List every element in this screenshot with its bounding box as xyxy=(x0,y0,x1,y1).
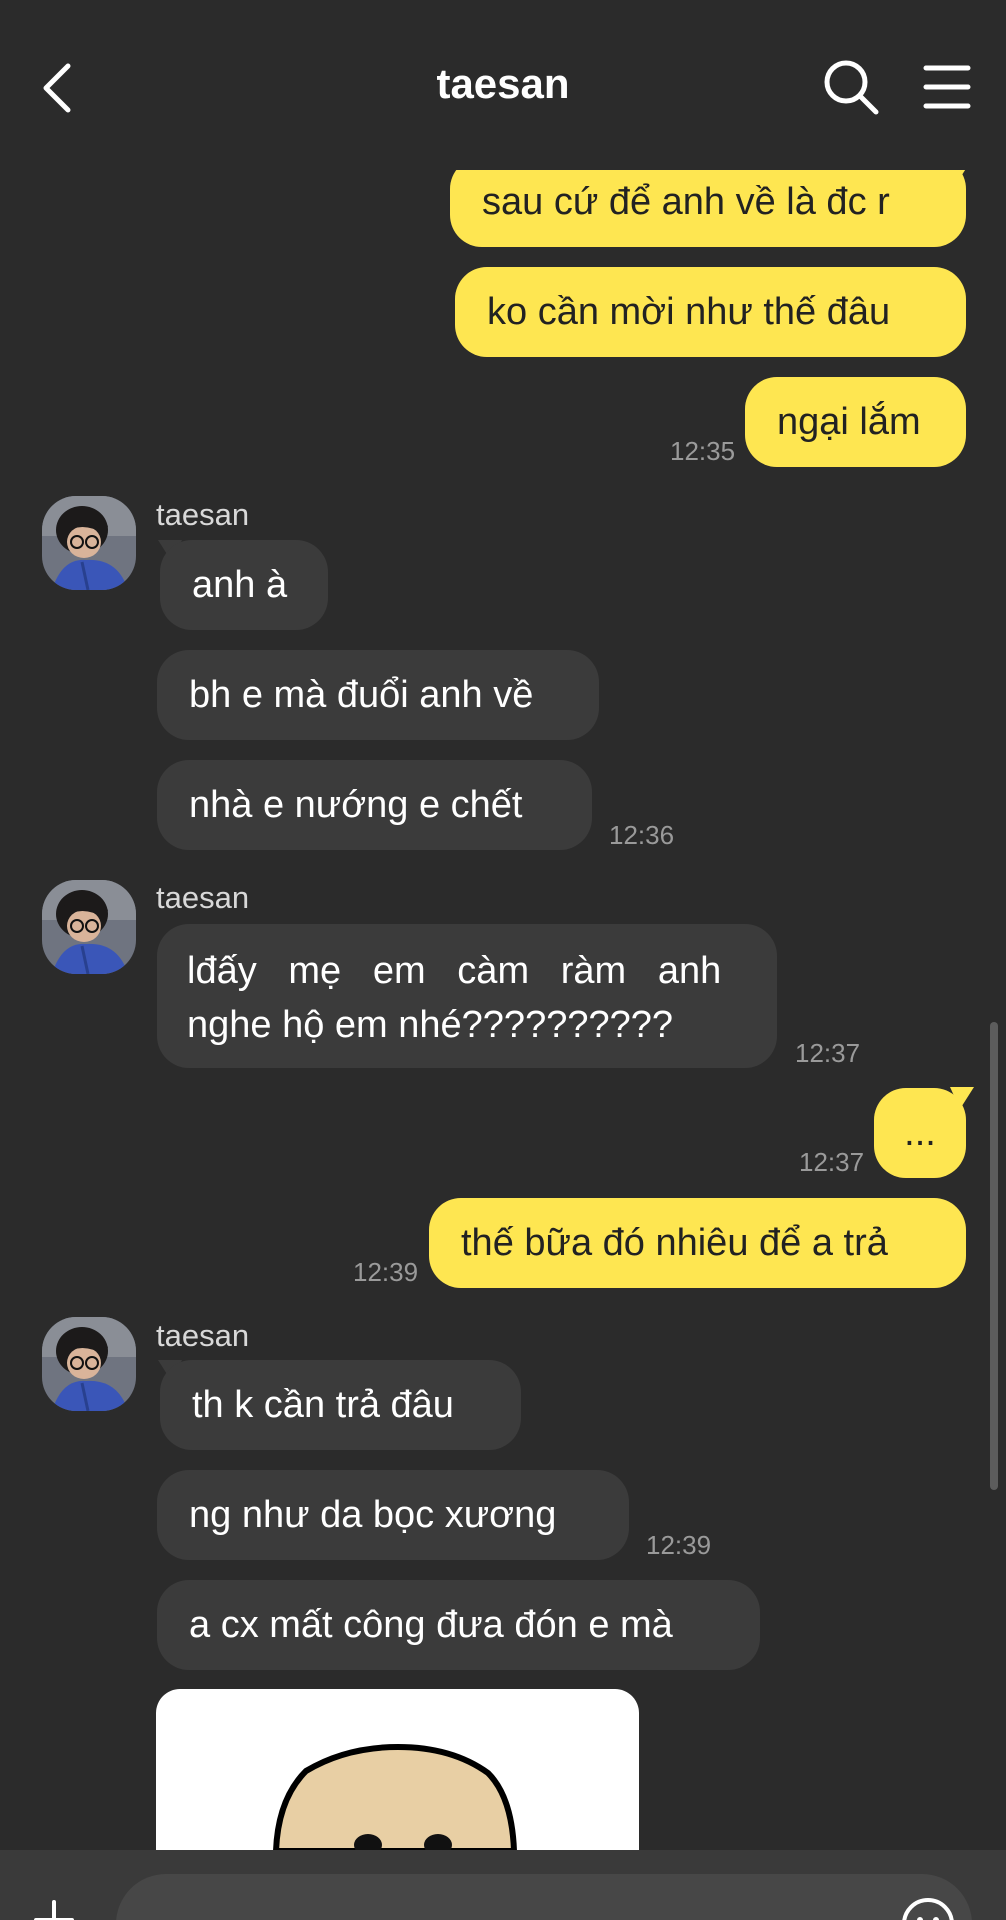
message-incoming[interactable]: nhà e nướng e chết xyxy=(157,760,592,850)
message-incoming[interactable]: th k cần trả đâu xyxy=(160,1360,521,1450)
message-input[interactable] xyxy=(116,1874,972,1920)
message-incoming[interactable]: anh à xyxy=(160,540,328,630)
timestamp: 12:37 xyxy=(799,1147,865,1177)
sticker-image[interactable] xyxy=(156,1689,639,1851)
menu-icon xyxy=(923,65,971,109)
message-incoming[interactable]: lđấy mẹ em càm ràm anh nghe hộ em nhé???… xyxy=(157,924,777,1068)
attach-button[interactable] xyxy=(34,1900,74,1920)
bubble-tail xyxy=(950,1087,974,1109)
message-outgoing[interactable]: ngại lắm xyxy=(745,377,966,467)
message-incoming[interactable]: ng như da bọc xương xyxy=(157,1470,629,1560)
menu-button[interactable] xyxy=(922,62,972,112)
timestamp: 12:39 xyxy=(353,1257,419,1287)
chat-area[interactable]: sau cứ để anh về là đc r ko cần mời như … xyxy=(0,0,1006,1851)
timestamp: 12:37 xyxy=(795,1038,861,1068)
timestamp: 12:36 xyxy=(609,820,675,850)
plus-icon xyxy=(34,1900,74,1920)
avatar[interactable] xyxy=(42,1317,136,1411)
search-button[interactable] xyxy=(822,58,882,118)
message-outgoing[interactable]: ko cần mời như thế đâu xyxy=(455,267,966,357)
sender-name: taesan xyxy=(156,880,250,915)
message-line: nghe hộ em nhé?????????? xyxy=(187,1004,674,1046)
timestamp: 12:39 xyxy=(646,1530,712,1560)
composer-bar xyxy=(0,1850,1006,1920)
message-incoming[interactable]: a cx mất công đưa đón e mà xyxy=(157,1580,760,1670)
avatar[interactable] xyxy=(42,496,136,590)
avatar[interactable] xyxy=(42,880,136,974)
emoji-button[interactable] xyxy=(900,1896,956,1920)
message-outgoing[interactable]: sau cứ để anh về là đc r xyxy=(450,157,966,247)
message-line: lđấy mẹ em càm ràm anh xyxy=(187,950,722,992)
emoji-icon xyxy=(902,1898,954,1920)
message-incoming[interactable]: bh e mà đuổi anh về xyxy=(157,650,599,740)
timestamp: 12:35 xyxy=(670,436,736,466)
scrollbar[interactable] xyxy=(990,1022,998,1490)
message-outgoing[interactable]: thế bữa đó nhiêu để a trả xyxy=(429,1198,966,1288)
chat-header: taesan xyxy=(0,0,1006,170)
sender-name: taesan xyxy=(156,1318,250,1353)
search-icon xyxy=(824,60,879,115)
sender-name: taesan xyxy=(156,497,250,532)
